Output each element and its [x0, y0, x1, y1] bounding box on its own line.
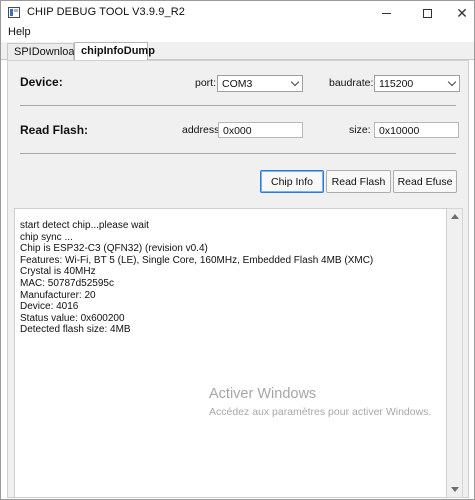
log-line: Chip is ESP32-C3 (QFN32) (revision v0.4) [20, 243, 208, 255]
section-divider [20, 105, 456, 106]
menu-bar: Help [1, 25, 474, 42]
window-title: CHIP DEBUG TOOL V3.9.9_R2 [27, 6, 185, 18]
activate-windows-watermark: Activer Windows Accédez aux paramètres p… [209, 386, 431, 418]
tab-strip: SPIDownload chipInfoDump [1, 42, 474, 61]
maximize-button[interactable] [410, 1, 444, 25]
chevron-down-icon [447, 77, 457, 87]
log-line: Device: 4016 [20, 301, 79, 313]
log-line: start detect chip...please wait [20, 220, 149, 231]
tab-spidownload[interactable]: SPIDownload [7, 43, 81, 60]
baudrate-select-value: 115200 [379, 78, 414, 90]
scroll-down-icon[interactable] [451, 487, 459, 492]
minimize-button[interactable] [369, 1, 403, 25]
size-label: size: [349, 124, 371, 136]
tab-chipinfodump[interactable]: chipInfoDump [74, 42, 155, 61]
device-section-label: Device: [20, 75, 63, 89]
baudrate-label: baudrate: [329, 77, 374, 89]
close-icon: ✕ [456, 5, 468, 21]
title-bar[interactable]: CHIP DEBUG TOOL V3.9.9_R2 ✕ [1, 1, 474, 25]
log-output[interactable]: start detect chip...please wait chip sync… [14, 208, 447, 498]
log-line: Manufacturer: 20 [20, 289, 96, 301]
port-label: port: [195, 77, 217, 89]
scroll-up-icon[interactable] [451, 214, 459, 219]
menu-help[interactable]: Help [8, 26, 31, 38]
address-input[interactable]: 0x000 [218, 122, 303, 138]
port-select[interactable]: COM3 [217, 75, 303, 92]
log-line: chip sync ... [20, 231, 73, 243]
chip-info-button[interactable]: Chip Info [260, 170, 324, 193]
app-window-icon [8, 7, 20, 18]
log-line: Features: Wi-Fi, BT 5 (LE), Single Core,… [20, 254, 374, 266]
address-label: address: [182, 124, 223, 136]
port-select-value: COM3 [222, 78, 253, 90]
maximize-icon [422, 8, 432, 18]
chevron-down-icon [290, 77, 300, 87]
close-button[interactable]: ✕ [445, 1, 475, 25]
log-line: Detected flash size: 4MB [20, 324, 131, 336]
size-input[interactable]: 0x10000 [374, 122, 459, 138]
app-window: CHIP DEBUG TOOL V3.9.9_R2 ✕ Help SPIDown… [0, 0, 475, 500]
baudrate-select[interactable]: 115200 [374, 75, 460, 92]
watermark-title: Activer Windows [209, 386, 317, 402]
log-scrollbar[interactable] [447, 208, 463, 498]
read-flash-section-label: Read Flash: [20, 123, 89, 137]
log-lines: start detect chip...please wait chip sync… [20, 220, 373, 336]
log-line: Status value: 0x600200 [20, 312, 125, 324]
read-flash-button[interactable]: Read Flash [326, 170, 391, 193]
watermark-subtitle: Accédez aux paramètres pour activer Wind… [209, 406, 432, 418]
log-line: Crystal is 40MHz [20, 266, 96, 278]
read-efuse-button[interactable]: Read Efuse [393, 170, 457, 193]
log-line: MAC: 50787d52595c [20, 277, 114, 289]
chipinfodump-panel: Device: port: COM3 baudrate: 115200 Read… [7, 60, 469, 498]
minimize-icon [381, 12, 391, 14]
section-divider [20, 153, 456, 154]
